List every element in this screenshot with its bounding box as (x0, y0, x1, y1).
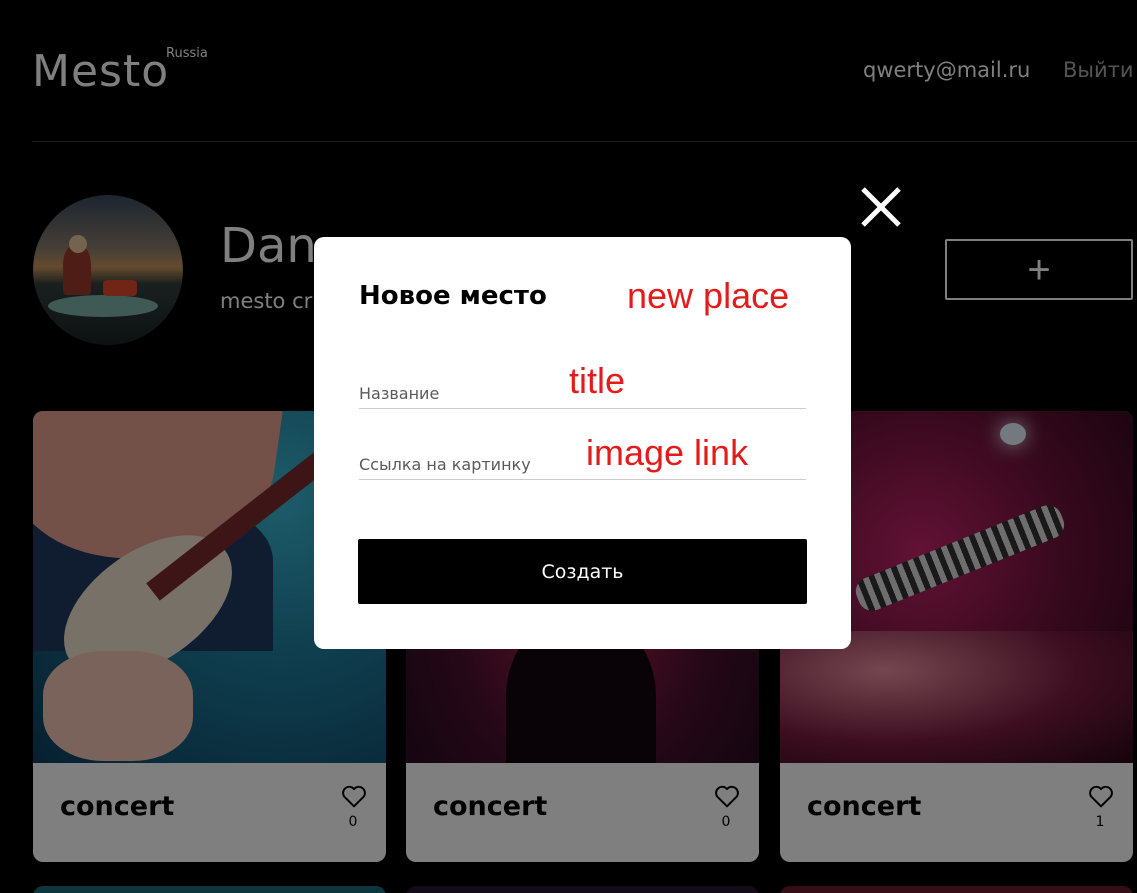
close-icon[interactable] (857, 183, 905, 231)
page: Mesto Russia qwerty@mail.ru Выйти Dan me… (0, 0, 1137, 893)
new-place-popup: Новое место new place title image link С… (314, 237, 851, 649)
annotation-image-link: image link (586, 432, 749, 473)
popup-title: Новое место (359, 281, 547, 311)
annotation-new-place: new place (627, 275, 790, 316)
annotation-title: title (569, 360, 626, 401)
create-button[interactable]: Создать (358, 539, 807, 604)
